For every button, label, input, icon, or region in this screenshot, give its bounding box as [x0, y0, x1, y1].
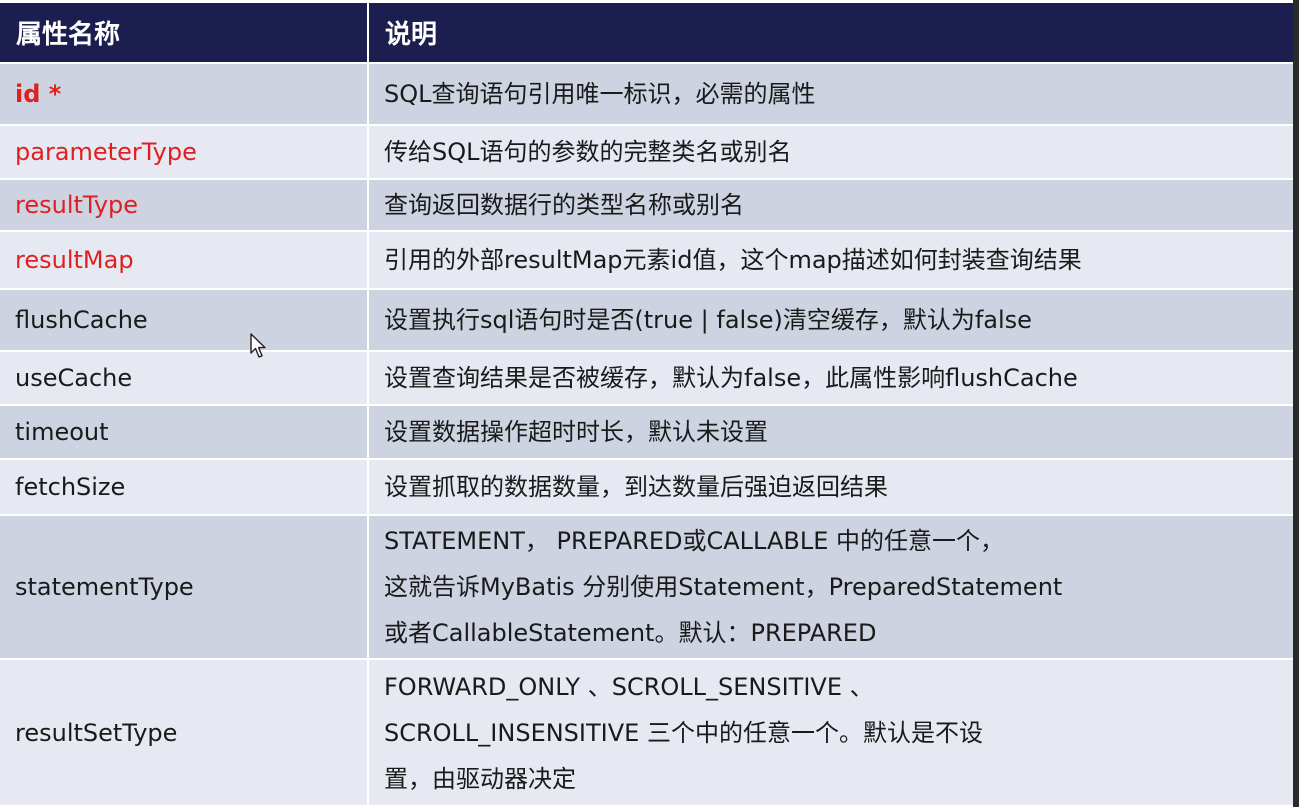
- description-line: STATEMENT， PREPARED或CALLABLE 中的任意一个，: [384, 527, 1005, 555]
- description-line: FORWARD_ONLY 、SCROLL_SENSITIVE 、: [384, 672, 874, 701]
- table-row: parameterType 传给SQL语句的参数的完整类名或别名: [0, 124, 1293, 179]
- mouse-pointer-icon: [250, 333, 266, 358]
- description-line: 引用的外部resultMap元素id值，这个map描述如何封装查询结果: [384, 246, 1082, 274]
- description-cell: 引用的外部resultMap元素id值，这个map描述如何封装查询结果: [368, 230, 1293, 289]
- description-line: 传给SQL语句的参数的完整类名或别名: [384, 138, 792, 166]
- attribute-name-cell: flushCache: [0, 288, 369, 351]
- attribute-name-cell: resultSetType: [0, 658, 369, 805]
- attribute-name-cell: fetchSize: [0, 458, 369, 515]
- description-cell: 查询返回数据行的类型名称或别名: [368, 178, 1293, 231]
- description-cell: STATEMENT， PREPARED或CALLABLE 中的任意一个， 这就告诉…: [368, 514, 1293, 659]
- table-row: statementType STATEMENT， PREPARED或CALLABL…: [0, 514, 1293, 659]
- table-row: fetchSize 设置抓取的数据数量，到达数量后强迫返回结果: [0, 458, 1293, 515]
- description-line: 查询返回数据行的类型名称或别名: [384, 191, 744, 219]
- table-row: resultMap 引用的外部resultMap元素id值，这个map描述如何封装…: [0, 230, 1293, 289]
- table-body: id * SQL查询语句引用唯一标识，必需的属性 parameterType 传给SQ…: [0, 62, 1293, 805]
- table-row: resultSetType FORWARD_ONLY 、SCROLL_SENSIT…: [0, 658, 1293, 805]
- table-header-row: 属性名称 说明: [0, 3, 1293, 63]
- header-description: 说明: [368, 3, 1293, 63]
- description-line: 设置抓取的数据数量，到达数量后强迫返回结果: [384, 473, 888, 501]
- description-cell: 传给SQL语句的参数的完整类名或别名: [368, 124, 1293, 179]
- description-line: 设置执行sql语句时是否(true | false)清空缓存，默认为false: [384, 306, 1032, 334]
- table-row: timeout 设置数据操作超时时长，默认未设置: [0, 404, 1293, 459]
- description-line: SQL查询语句引用唯一标识，必需的属性: [384, 80, 816, 108]
- description-line: 设置查询结果是否被缓存，默认为false，此属性影响flushCache: [384, 364, 1078, 392]
- description-line: SCROLL_INSENSITIVE 三个中的任意一个。默认是不设: [384, 718, 983, 747]
- attribute-name-cell: parameterType: [0, 124, 369, 179]
- description-cell: 设置执行sql语句时是否(true | false)清空缓存，默认为false: [368, 288, 1293, 351]
- description-line: 这就告诉MyBatis 分别使用Statement，PreparedStatem…: [384, 573, 1063, 601]
- attribute-name-cell: id *: [0, 62, 369, 125]
- table-row: resultType 查询返回数据行的类型名称或别名: [0, 178, 1293, 231]
- attribute-name-cell: resultMap: [0, 230, 369, 289]
- attribute-name-cell: resultType: [0, 178, 369, 231]
- description-cell: 设置数据操作超时时长，默认未设置: [368, 404, 1293, 459]
- attribute-name-cell: useCache: [0, 350, 369, 405]
- description-line: 或者CallableStatement。默认：PREPARED: [384, 619, 877, 647]
- description-cell: SQL查询语句引用唯一标识，必需的属性: [368, 62, 1293, 125]
- header-attribute-name: 属性名称: [0, 3, 369, 63]
- slide-frame: 属性名称 说明 id * SQL查询语句引用唯一标识，必需的属性 parameter…: [0, 0, 1299, 807]
- description-line: 置，由驱动器决定: [384, 764, 576, 793]
- description-cell: FORWARD_ONLY 、SCROLL_SENSITIVE 、 SCROLL_I…: [368, 658, 1293, 805]
- window-edge: [1293, 0, 1299, 807]
- table-row: useCache 设置查询结果是否被缓存，默认为false，此属性影响flushC…: [0, 350, 1293, 405]
- table-row: flushCache 设置执行sql语句时是否(true | false)清空缓存…: [0, 288, 1293, 351]
- attribute-name-cell: statementType: [0, 514, 369, 659]
- description-cell: 设置查询结果是否被缓存，默认为false，此属性影响flushCache: [368, 350, 1293, 405]
- table-row: id * SQL查询语句引用唯一标识，必需的属性: [0, 62, 1293, 125]
- description-line: 设置数据操作超时时长，默认未设置: [384, 418, 768, 446]
- description-cell: 设置抓取的数据数量，到达数量后强迫返回结果: [368, 458, 1293, 515]
- attribute-name-cell: timeout: [0, 404, 369, 459]
- attribute-table: 属性名称 说明 id * SQL查询语句引用唯一标识，必需的属性 parameter…: [0, 3, 1293, 805]
